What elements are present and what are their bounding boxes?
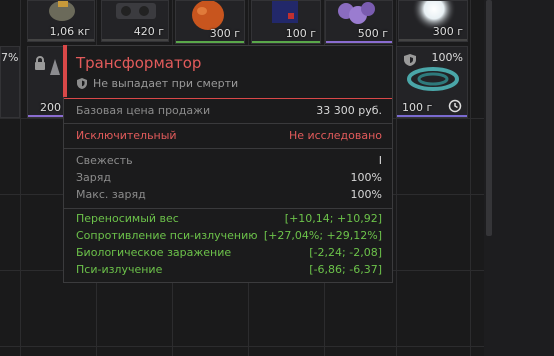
rarity-bar [326, 41, 392, 43]
item-weight: 500 г [357, 27, 388, 40]
divider [64, 98, 392, 99]
divider [64, 123, 392, 124]
base-price-row: Базовая цена продажи 33 300 руб. [76, 104, 382, 120]
rarity-row: Исключительный Не исследовано [76, 129, 382, 145]
stat-row: Заряд 100% [76, 171, 382, 187]
grid-line [0, 346, 554, 347]
rarity-bar [399, 39, 467, 41]
effect-value: [-2,24; -2,08] [309, 246, 382, 259]
stat-label: Свежесть [76, 154, 133, 167]
effect-label: Сопротивление пси-излучению [76, 229, 258, 242]
device-icon [272, 1, 298, 23]
rarity-bar [176, 41, 244, 43]
scrollbar-track[interactable] [484, 0, 554, 356]
effect-label: Биологическое заражение [76, 246, 232, 259]
inventory-slot-gear-box[interactable]: 420 г [101, 0, 169, 42]
inventory-slot-orange-artifact[interactable]: 300 г [175, 0, 245, 44]
rarity-bar [102, 39, 168, 41]
item-weight: 200 [40, 101, 61, 114]
stat-label: Заряд [76, 171, 111, 184]
stat-label: Макс. заряд [76, 188, 146, 201]
item-weight: 100 г [285, 27, 316, 40]
base-price-label: Базовая цена продажи [76, 104, 211, 117]
research-status: Не исследовано [288, 129, 382, 142]
item-weight: 100 г [402, 101, 433, 114]
rarity-label: Исключительный [76, 129, 177, 142]
inventory-slot-ammo-pouch[interactable]: 1,06 кг [27, 0, 95, 42]
effect-value: [+27,04%; +29,12%] [263, 229, 382, 242]
stat-value: 100% [350, 171, 382, 184]
gear-box-icon [116, 3, 156, 19]
effect-row: Биологическое заражение [-2,24; -2,08] [76, 246, 382, 262]
item-durability: 7% [1, 51, 19, 64]
effect-value: [-6,86; -6,37] [309, 263, 382, 276]
item-title: Трансформатор [76, 54, 202, 72]
rarity-bar [28, 115, 63, 117]
effect-label: Пси-излучение [76, 263, 163, 276]
item-icon [50, 59, 60, 75]
item-subtitle: Не выпадает при смерти [76, 77, 238, 90]
item-durability: 100% [431, 51, 463, 64]
rarity-bar [397, 115, 467, 117]
scrollbar-thumb[interactable] [486, 0, 492, 236]
rarity-bar [252, 41, 320, 43]
inventory-slot-transformer[interactable]: 100% 100 г [396, 46, 468, 118]
base-price-value: 33 300 руб. [316, 104, 382, 117]
item-weight: 300 г [432, 25, 463, 38]
grid-line [470, 0, 471, 356]
item-weight: 1,06 кг [49, 25, 90, 38]
transformer-icon [407, 67, 459, 91]
inventory-slot-device[interactable]: 100 г [251, 0, 321, 44]
no-drop-on-death-label: Не выпадает при смерти [93, 77, 239, 90]
rarity-accent [63, 45, 67, 97]
rarity-bar [28, 39, 94, 41]
effect-row: Пси-излучение [-6,86; -6,37] [76, 263, 382, 279]
stat-row: Свежесть I [76, 154, 382, 170]
effect-row: Переносимый вес [+10,14; +10,92] [76, 212, 382, 228]
item-weight: 420 г [133, 25, 164, 38]
stat-row: Макс. заряд 100% [76, 188, 382, 204]
clock-icon [448, 99, 462, 113]
effect-label: Переносимый вес [76, 212, 179, 225]
divider [64, 208, 392, 209]
item-weight: 300 г [209, 27, 240, 40]
stat-value: I [378, 154, 382, 167]
item-tooltip: Трансформатор Не выпадает при смерти Баз… [63, 45, 393, 283]
divider [64, 148, 392, 149]
effect-value: [+10,14; +10,92] [284, 212, 382, 225]
inventory-slot-purple-artifact[interactable]: 500 г [325, 0, 393, 44]
grid-line [20, 0, 21, 356]
stat-value: 100% [350, 188, 382, 201]
inventory-slot-partial[interactable]: 7% [0, 46, 20, 118]
inventory-slot-glowing-orb[interactable]: 300 г [398, 0, 468, 42]
inventory-slot-locked[interactable]: 200 [27, 46, 63, 118]
shield-icon [77, 78, 87, 89]
lock-icon [35, 56, 45, 70]
effect-row: Сопротивление пси-излучению [+27,04%; +2… [76, 229, 382, 245]
